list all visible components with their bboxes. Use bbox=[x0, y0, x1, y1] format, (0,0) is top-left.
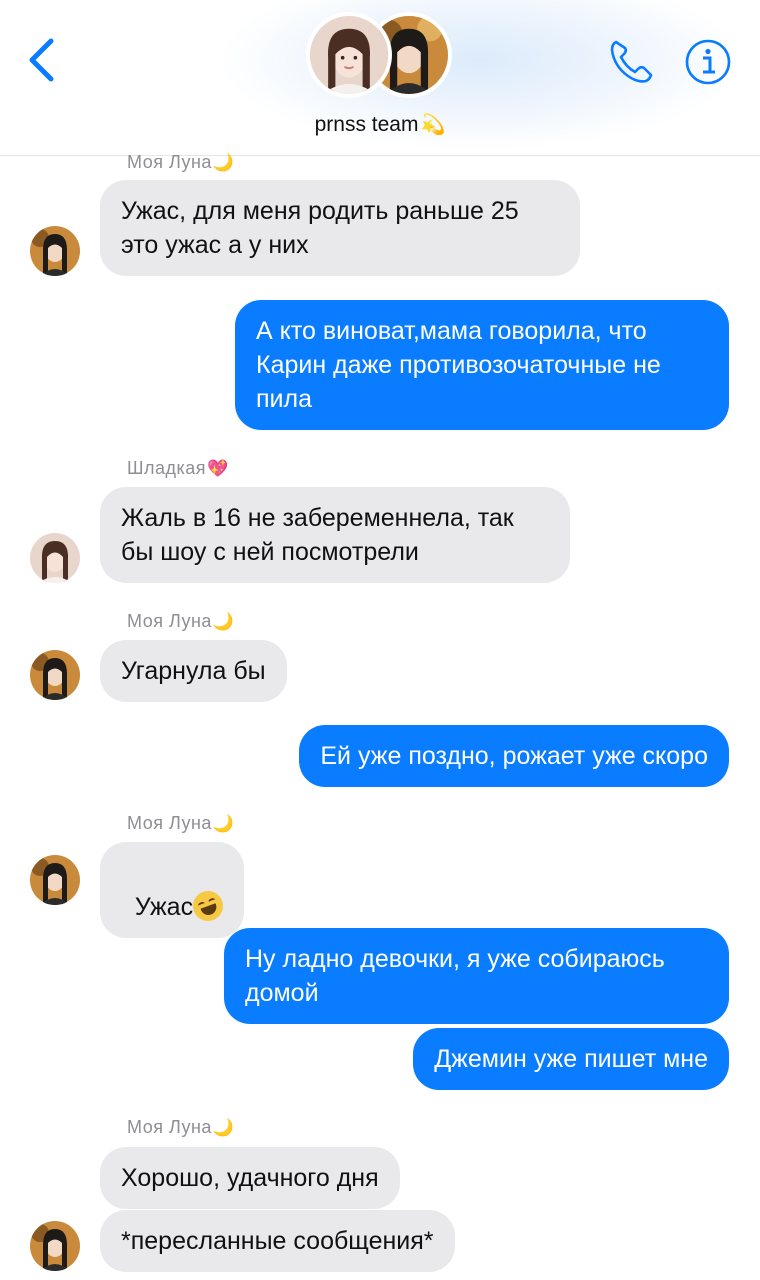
crescent-moon-icon: 🌙 bbox=[212, 813, 235, 833]
sparkling-heart-icon: 💖 bbox=[207, 458, 229, 478]
sender-avatar[interactable] bbox=[30, 855, 80, 905]
sender-name: Моя Луна 🌙 bbox=[127, 152, 235, 173]
sender-avatar[interactable] bbox=[30, 226, 80, 276]
crescent-moon-icon: 🌙 bbox=[212, 152, 235, 172]
sender-name: Моя Луна 🌙 bbox=[127, 1117, 235, 1138]
group-name[interactable]: prnss team 💫 bbox=[0, 112, 760, 137]
sender-name: Моя Луна 🌙 bbox=[127, 611, 235, 632]
info-icon bbox=[685, 39, 731, 85]
sender-avatar[interactable] bbox=[30, 650, 80, 700]
dizzy-emoji-icon: 💫 bbox=[420, 114, 446, 136]
sender-name-label: Шладкая bbox=[127, 458, 207, 478]
chevron-left-icon bbox=[29, 38, 54, 82]
crescent-moon-icon: 🌙 bbox=[212, 611, 235, 631]
group-name-label: prnss team bbox=[314, 112, 419, 136]
back-button[interactable] bbox=[22, 36, 62, 84]
sender-name: Моя Луна 🌙 bbox=[127, 813, 235, 834]
sender-name-label: Моя Луна bbox=[127, 611, 212, 631]
call-button[interactable] bbox=[606, 36, 656, 86]
incoming-message[interactable]: *пересланные сообщения* bbox=[100, 1210, 455, 1272]
outgoing-message[interactable]: А кто виноват,мама говорила, что Карин д… bbox=[235, 300, 729, 430]
member-avatar bbox=[306, 12, 392, 98]
incoming-message[interactable]: Ужас bbox=[100, 842, 245, 938]
sender-name: Шладкая 💖 bbox=[127, 458, 229, 479]
message-text: Ужас bbox=[134, 893, 194, 921]
phone-icon bbox=[610, 40, 653, 83]
crescent-moon-icon: 🌙 bbox=[212, 1117, 235, 1137]
incoming-message[interactable]: Угарнула бы bbox=[100, 640, 287, 702]
outgoing-message[interactable]: Джемин уже пишет мне bbox=[413, 1028, 729, 1090]
sender-name-label: Моя Луна bbox=[127, 152, 212, 172]
incoming-message[interactable]: Хорошо, удачного дня bbox=[100, 1147, 400, 1209]
info-button[interactable] bbox=[684, 38, 732, 86]
sender-avatar[interactable] bbox=[30, 533, 80, 583]
incoming-message[interactable]: Жаль в 16 не забеременнела, так бы шоу с… bbox=[100, 487, 570, 583]
incoming-message[interactable]: Ужас, для меня родить раньше 25 это ужас… bbox=[100, 180, 580, 276]
rolling-on-floor-laughing-icon bbox=[188, 886, 228, 926]
outgoing-message[interactable]: Ей уже поздно, рожает уже скоро bbox=[299, 725, 729, 787]
group-avatar[interactable] bbox=[306, 12, 456, 102]
outgoing-message[interactable]: Ну ладно девочки, я уже собираюсь домой bbox=[224, 928, 729, 1024]
sender-avatar[interactable] bbox=[30, 1221, 80, 1271]
sender-name-label: Моя Луна bbox=[127, 1117, 212, 1137]
sender-name-label: Моя Луна bbox=[127, 813, 212, 833]
chat-header: prnss team 💫 bbox=[0, 0, 760, 156]
